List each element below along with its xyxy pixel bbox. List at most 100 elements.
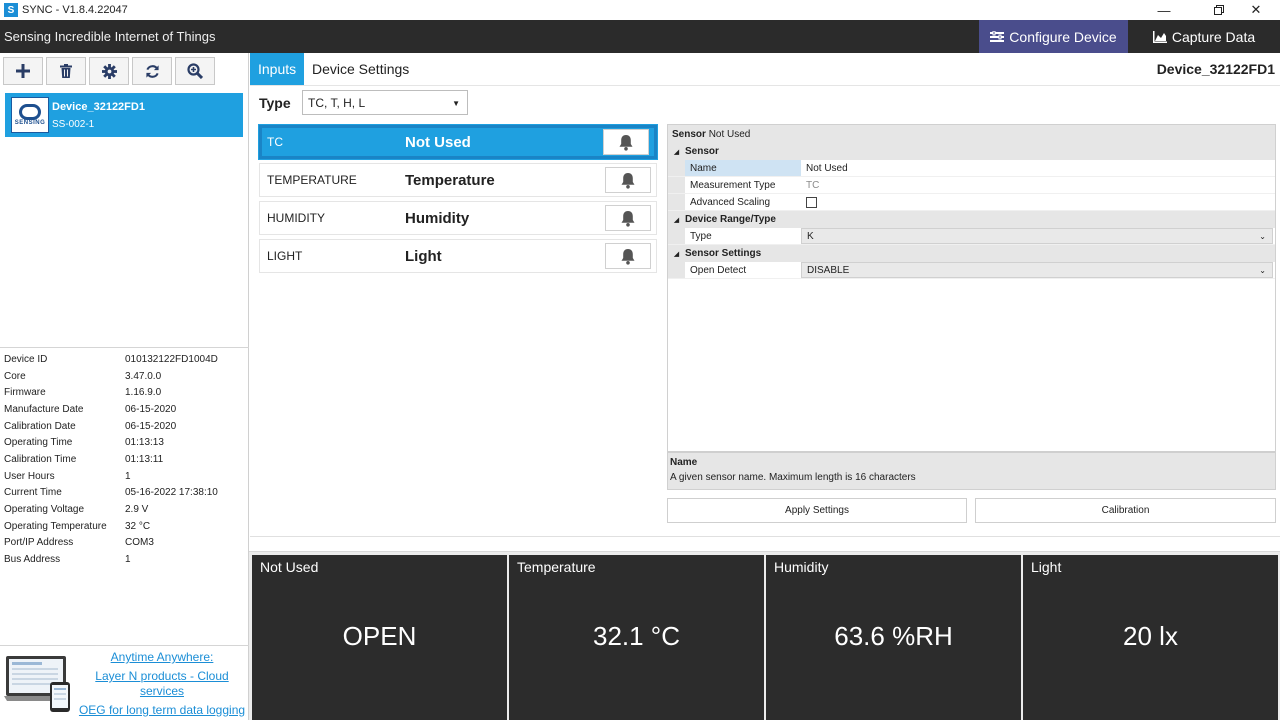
sensor-code: HUMIDITY [267, 211, 325, 225]
bell-icon [619, 134, 633, 151]
alarm-button[interactable] [605, 243, 651, 269]
alarm-button[interactable] [605, 205, 651, 231]
category-device-range[interactable]: ◢ Device Range/Type [668, 211, 1275, 228]
tile-value: 63.6 %RH [834, 621, 953, 651]
name-field[interactable]: Not Used [801, 160, 1275, 176]
promo-panel: Anytime Anywhere: Layer N products - Clo… [0, 645, 249, 720]
chevron-down-icon: ⌄ [1259, 265, 1266, 275]
advanced-scaling-checkbox[interactable] [806, 196, 817, 208]
configure-icon [990, 30, 1005, 42]
restore-icon[interactable] [1201, 0, 1237, 20]
window-titlebar: S SYNC - V1.8.4.22047 — ✕ [0, 0, 1280, 20]
property-key: Measurement Type [668, 177, 801, 193]
promo-link-layer-n-cont[interactable]: services [76, 684, 248, 699]
tile-value: 32.1 °C [592, 621, 680, 651]
property-key: Open Detect [668, 262, 801, 278]
apply-settings-button[interactable]: Apply Settings [667, 498, 967, 523]
sensing-logo: SENSING [11, 97, 49, 133]
tab-inputs[interactable]: Inputs [250, 53, 305, 85]
device-model: SS-002-1 [52, 118, 95, 130]
promo-link-anytime[interactable]: Anytime Anywhere: [76, 650, 248, 665]
sensor-row-temperature[interactable]: TEMPERATURE Temperature [259, 163, 657, 197]
bell-icon [621, 172, 635, 189]
property-header-label: Sensor [672, 128, 706, 140]
open-detect-select[interactable]: DISABLE ⌄ [801, 262, 1273, 278]
property-row-measurement-type: Measurement Type TC [668, 177, 1275, 194]
sensor-row-light[interactable]: LIGHT Light [259, 239, 657, 273]
tile-title: Humidity [774, 559, 829, 575]
delete-device-button[interactable] [46, 57, 86, 85]
tile-value: 20 lx [1123, 621, 1178, 651]
info-row: Device ID 010132122FD1004D [4, 353, 218, 365]
promo-link-oeg[interactable]: OEG for long term data logging [76, 703, 248, 718]
property-header-value: Not Used [708, 128, 751, 140]
bell-icon [621, 248, 635, 265]
info-row: Operating Voltage 2.9 V [4, 504, 149, 516]
bell-icon [621, 210, 635, 227]
minimize-icon[interactable]: — [1146, 0, 1182, 20]
sensor-row-humidity[interactable]: HUMIDITY Humidity [259, 201, 657, 235]
devices-illustration [4, 656, 70, 712]
sensor-code: TEMPERATURE [267, 173, 357, 187]
device-settings-button[interactable] [89, 57, 129, 85]
chevron-down-icon: ⌄ [1259, 231, 1266, 241]
property-key: Name [668, 160, 801, 176]
info-row: Firmware 1.16.9.0 [4, 387, 162, 399]
sensor-row-tc[interactable]: TC Not Used [258, 124, 658, 160]
info-row: Current Time 05-16-2022 17:38:10 [4, 487, 218, 499]
category-sensor-settings[interactable]: ◢ Sensor Settings [668, 245, 1275, 262]
collapse-icon: ◢ [673, 216, 680, 224]
sensor-name: Not Used [405, 133, 471, 151]
brand-tagline: Sensing Incredible Internet of Things [4, 29, 216, 44]
promo-link-layer-n[interactable]: Layer N products - Cloud [76, 669, 248, 684]
main-tabs: Inputs Device Settings Device_32122FD1 [250, 53, 1280, 86]
configure-device-button[interactable]: Configure Device [979, 20, 1128, 53]
device-name: Device_32122FD1 [52, 100, 145, 113]
reading-tile-light: Light 20 lx [1023, 555, 1278, 720]
configure-label: Configure Device [1009, 28, 1117, 45]
tile-value: OPEN [342, 621, 417, 651]
device-list-item[interactable]: SENSING Device_32122FD1 SS-002-1 [5, 93, 243, 137]
type-select-value: TC, T, H, L [308, 95, 366, 110]
property-grid-header: Sensor Not Used [668, 125, 1275, 143]
thermocouple-type-select[interactable]: K ⌄ [801, 228, 1273, 244]
zoom-icon [187, 63, 203, 79]
info-row: Port/IP Address COM3 [4, 537, 154, 549]
info-row: Calibration Time 01:13:11 [4, 453, 164, 465]
description-text: A given sensor name. Maximum length is 1… [670, 472, 916, 483]
type-label: Type [259, 94, 291, 111]
tab-device-settings[interactable]: Device Settings [304, 53, 417, 85]
property-key: Type [668, 228, 801, 244]
property-row-name[interactable]: Name Not Used [668, 160, 1275, 177]
property-row-advanced-scaling: Advanced Scaling [668, 194, 1275, 211]
category-sensor[interactable]: ◢ Sensor [668, 143, 1275, 160]
device-toolbar [0, 53, 248, 89]
measurement-type-value: TC [806, 179, 820, 191]
device-title: Device_32122FD1 [1156, 61, 1275, 77]
type-select[interactable]: TC, T, H, L ▼ [302, 90, 468, 115]
reading-tile-humidity: Humidity 63.6 %RH [766, 555, 1021, 720]
tile-title: Light [1031, 559, 1062, 575]
alarm-button[interactable] [603, 129, 649, 155]
info-row: Bus Address 1 [4, 554, 131, 566]
capture-data-button[interactable]: Capture Data [1144, 20, 1264, 53]
dropdown-arrow-icon: ▼ [452, 99, 460, 108]
info-row: Operating Temperature 32 °C [4, 520, 151, 532]
refresh-button[interactable] [132, 57, 172, 85]
device-sidebar: SENSING Device_32122FD1 SS-002-1 Device … [0, 53, 249, 720]
capture-label: Capture Data [1171, 28, 1256, 45]
close-icon[interactable]: ✕ [1238, 0, 1274, 20]
calibration-button[interactable]: Calibration [975, 498, 1276, 523]
gear-icon [101, 63, 117, 79]
sensor-code: LIGHT [267, 249, 303, 263]
trash-icon [60, 64, 72, 78]
sensor-name: Light [405, 247, 442, 265]
sensor-name: Humidity [405, 209, 470, 227]
search-device-button[interactable] [175, 57, 215, 85]
alarm-button[interactable] [605, 167, 651, 193]
sensor-name: Temperature [405, 171, 495, 189]
description-title: Name [670, 457, 698, 468]
add-device-button[interactable] [3, 57, 43, 85]
plus-icon [16, 64, 30, 78]
property-key: Advanced Scaling [668, 194, 801, 210]
